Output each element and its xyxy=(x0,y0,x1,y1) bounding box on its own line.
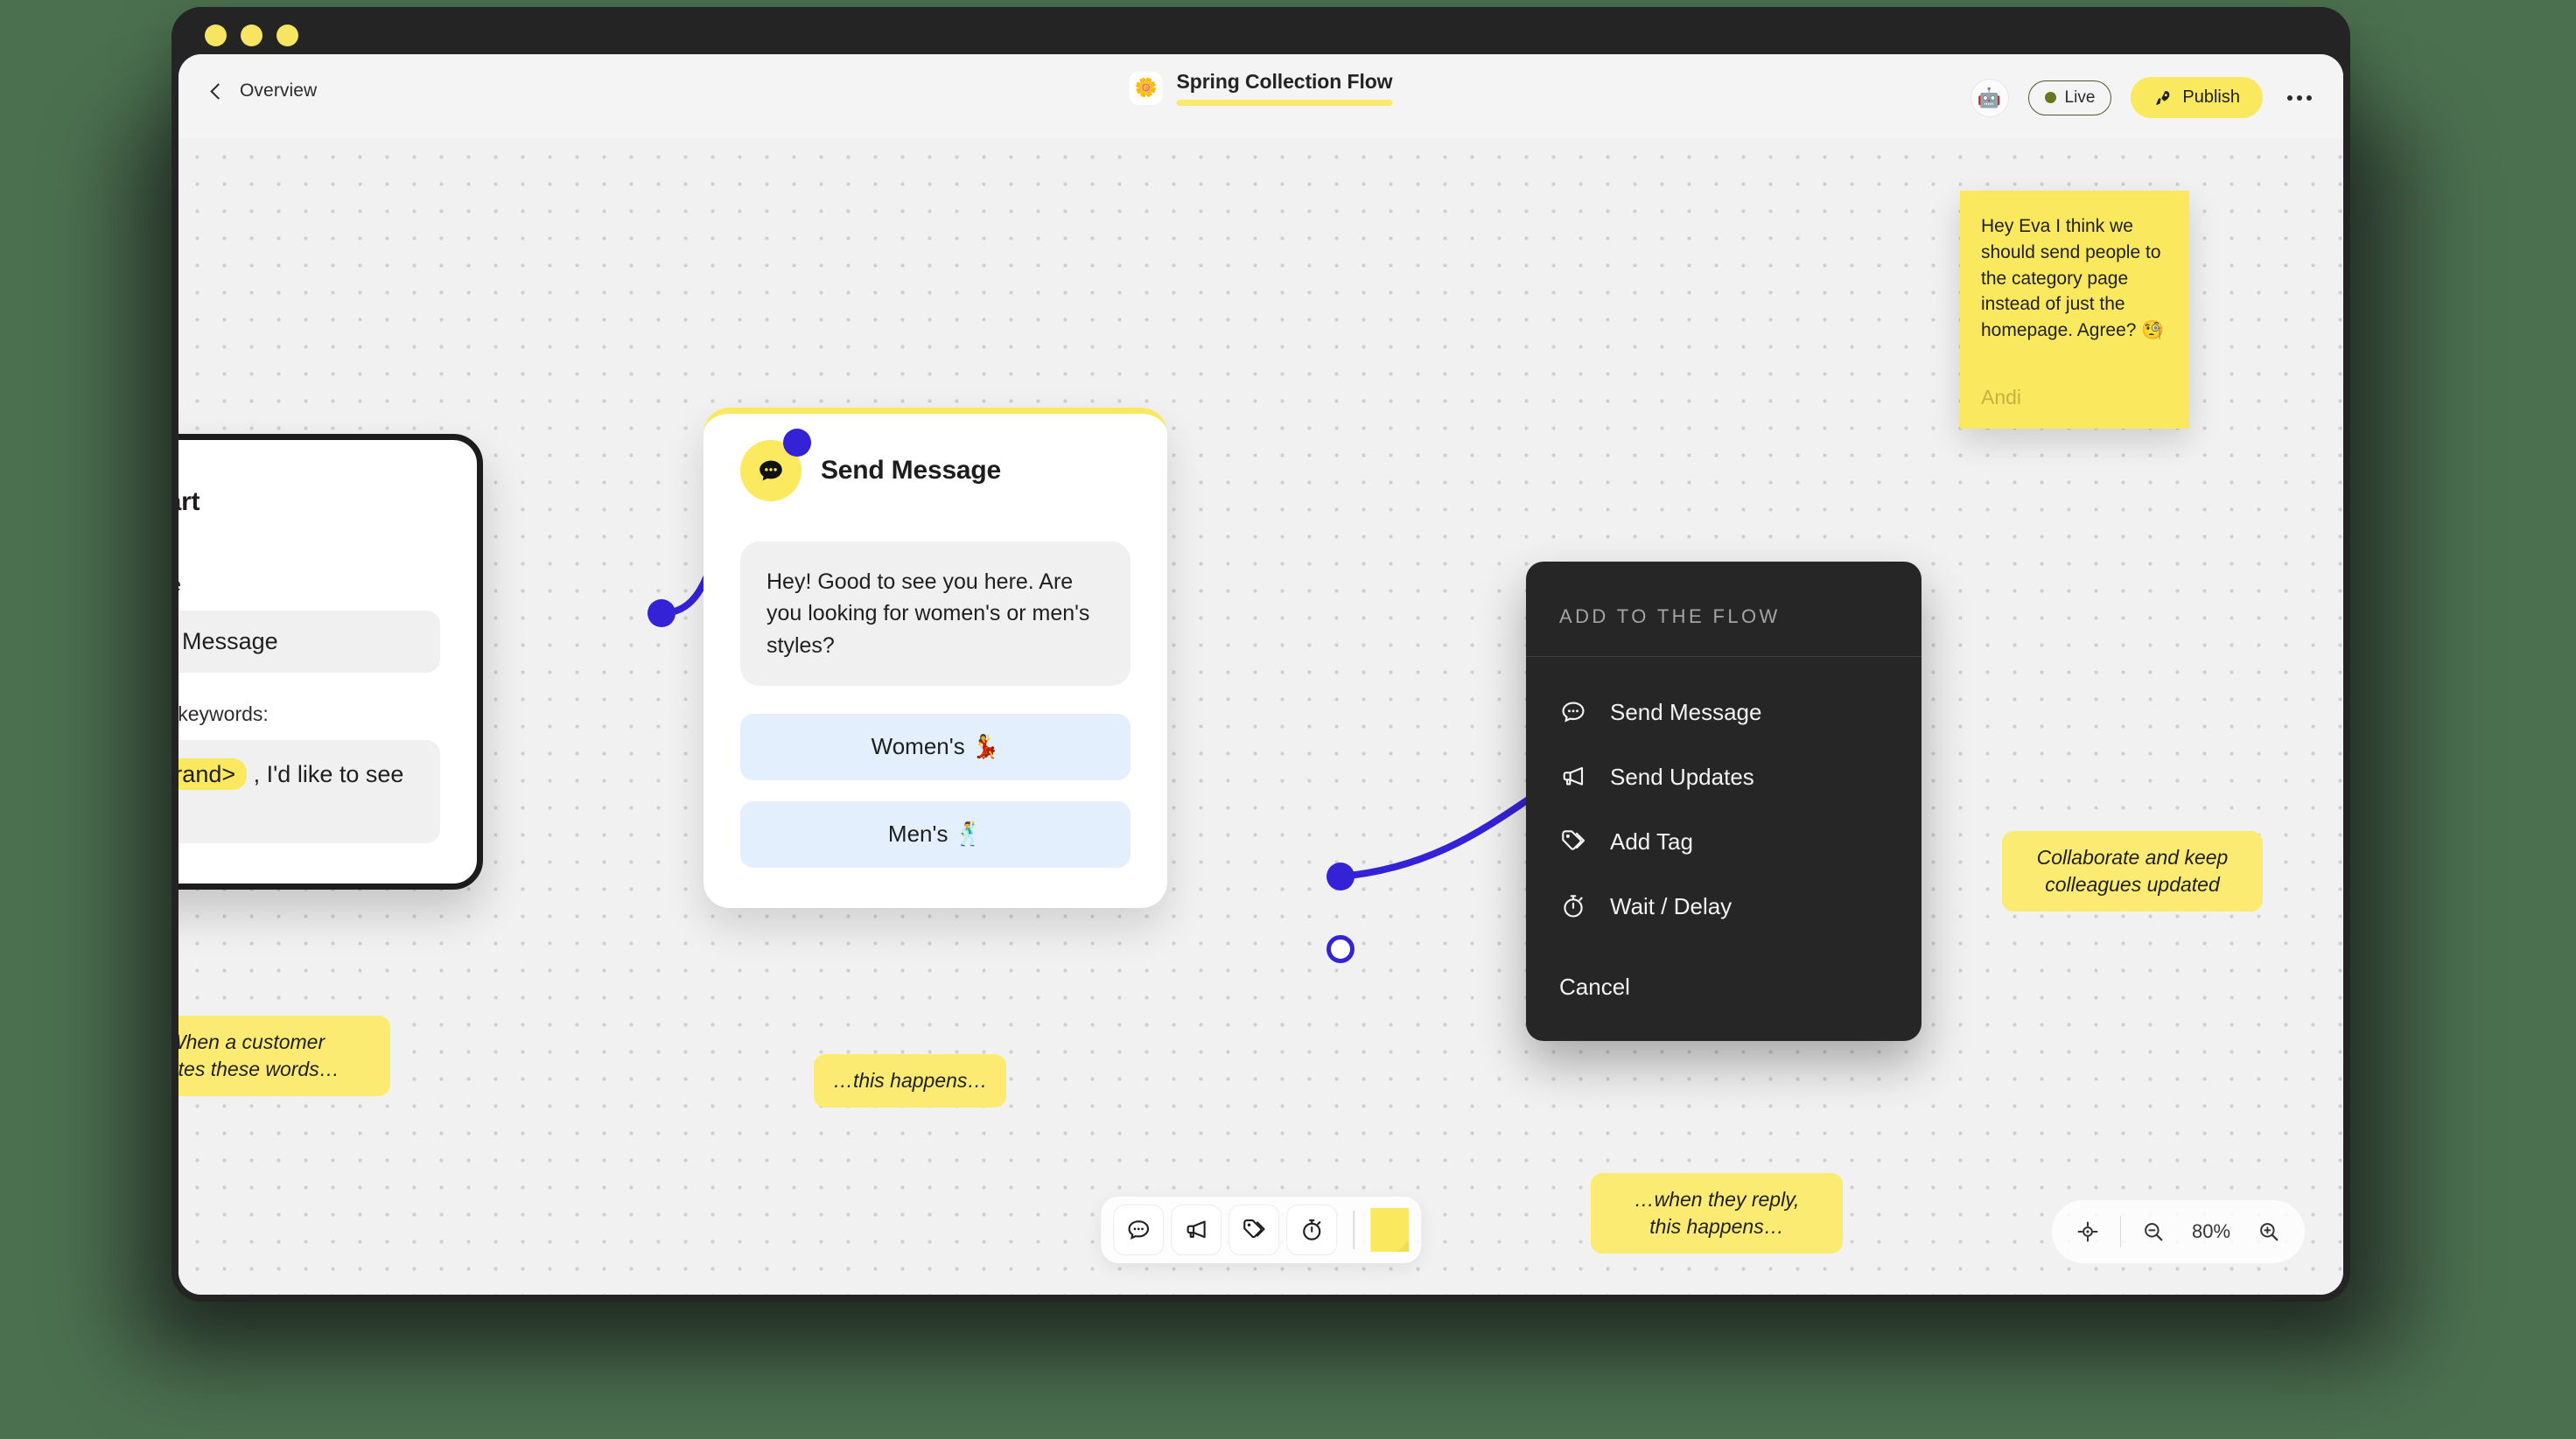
reply-option-womens[interactable]: Women's 💃 xyxy=(740,713,1130,780)
add-to-flow-menu: ADD TO THE FLOW Send Message Send Update… xyxy=(1526,562,1922,1041)
app-window: Overview 🌼 Spring Collection Flow 🤖 Live xyxy=(172,7,2350,1302)
ellipsis-icon xyxy=(2306,94,2312,101)
close-button[interactable] xyxy=(205,24,227,46)
zoom-divider xyxy=(2119,1216,2121,1247)
menu-item-wait-delay[interactable]: Wait / Delay xyxy=(1526,874,1922,939)
menu-item-add-tag[interactable]: Add Tag xyxy=(1526,809,1922,874)
status-label: Live xyxy=(2064,87,2096,107)
keywords-label: Any of those keywords: xyxy=(178,702,269,725)
menu-item-label: Send Message xyxy=(1610,698,1762,725)
toolbar-divider xyxy=(1353,1211,1354,1249)
avatar[interactable]: 🤖 xyxy=(1970,78,2009,117)
status-dot-icon xyxy=(2044,92,2056,103)
header-actions: 🤖 Live Publish xyxy=(1970,77,2317,118)
publish-label: Publish xyxy=(2182,87,2240,107)
port-message-input[interactable] xyxy=(783,429,811,457)
port-womens-output[interactable] xyxy=(1326,863,1354,891)
status-badge[interactable]: Live xyxy=(2027,80,2112,115)
window-traffic-lights[interactable] xyxy=(205,24,298,46)
sticky-note-text: Hey Eva I think we should send people to… xyxy=(1981,216,2165,341)
port-mens-output[interactable] xyxy=(1326,935,1354,963)
ellipsis-icon xyxy=(2297,94,2302,101)
tag-icon xyxy=(1243,1219,1265,1239)
node-send-message-title: Send Message xyxy=(821,456,1002,485)
wait-delay-tool[interactable] xyxy=(1286,1205,1338,1255)
maximize-button[interactable] xyxy=(276,24,298,46)
send-updates-tool[interactable] xyxy=(1171,1205,1222,1255)
reply-option-mens[interactable]: Men's 🕺 xyxy=(740,800,1130,868)
keywords-field[interactable]: Hey <Brand> , I'd like to see more! xyxy=(178,740,440,844)
menu-item-label: Wait / Delay xyxy=(1610,892,1732,919)
back-label: Overview xyxy=(240,80,318,101)
recenter-button[interactable] xyxy=(2064,1208,2111,1255)
megaphone-icon xyxy=(1563,766,1584,786)
crosshair-icon xyxy=(2077,1221,2097,1242)
annotation-label: …this happens… xyxy=(814,1054,1007,1108)
app-header: Overview 🌼 Spring Collection Flow 🤖 Live xyxy=(178,54,2343,138)
add-to-flow-menu-list: Send Message Send Updates Add Tag Wait /… xyxy=(1526,657,1922,951)
flow-title-group: 🌼 Spring Collection Flow xyxy=(1129,70,1393,106)
chevron-left-icon xyxy=(208,83,224,99)
node-toolbar xyxy=(1101,1197,1421,1263)
magnifier-minus-icon xyxy=(2145,1223,2163,1241)
node-send-message[interactable]: Send Message Hey! Good to see you here. … xyxy=(704,408,1167,908)
menu-item-label: Send Updates xyxy=(1610,763,1754,790)
menu-cancel-button[interactable]: Cancel xyxy=(1526,951,1922,1041)
sticky-note-tool[interactable] xyxy=(1369,1208,1409,1252)
megaphone-icon xyxy=(1186,1220,1206,1239)
zoom-in-button[interactable] xyxy=(2245,1208,2292,1255)
sticky-note[interactable]: Hey Eva I think we should send people to… xyxy=(1960,191,2189,429)
ellipsis-icon xyxy=(2287,94,2292,101)
rocket-icon xyxy=(2156,90,2170,105)
annotation-label: …when they reply, this happens… xyxy=(1591,1173,1843,1254)
brand-variable-chip[interactable]: <Brand> xyxy=(178,758,248,790)
minimize-button[interactable] xyxy=(241,24,262,46)
menu-item-label: Add Tag xyxy=(1610,828,1693,855)
zoom-out-button[interactable] xyxy=(2130,1208,2177,1255)
event-source-field[interactable]: Matched Message xyxy=(178,611,440,673)
add-tag-tool[interactable] xyxy=(1228,1205,1280,1255)
back-to-overview-link[interactable]: Overview xyxy=(208,80,317,101)
more-options-button[interactable] xyxy=(2282,87,2317,109)
publish-button[interactable]: Publish xyxy=(2131,77,2263,118)
zoom-level-label: 80% xyxy=(2191,1220,2231,1242)
add-to-flow-menu-title: ADD TO THE FLOW xyxy=(1526,562,1922,657)
flow-emoji-icon: 🌼 xyxy=(1129,72,1163,105)
flow-canvas[interactable]: Start Event/Source Matched Message Any o… xyxy=(178,138,2343,1295)
message-bubble[interactable]: Hey! Good to see you here. Are you looki… xyxy=(740,541,1130,686)
page-title[interactable]: Spring Collection Flow xyxy=(1177,70,1393,94)
node-start-title: Start xyxy=(178,487,200,516)
annotation-label: Collaborate and keep colleagues updated xyxy=(2002,831,2263,912)
timer-icon xyxy=(1303,1219,1321,1240)
node-start-header: Start xyxy=(178,472,440,533)
menu-item-send-updates[interactable]: Send Updates xyxy=(1526,744,1922,809)
chat-bubble-icon xyxy=(1562,702,1585,723)
zoom-controls: 80% xyxy=(2051,1200,2305,1263)
app-frame: Overview 🌼 Spring Collection Flow 🤖 Live xyxy=(178,54,2343,1295)
magnifier-plus-icon xyxy=(2260,1223,2278,1241)
chat-bubble-icon xyxy=(1128,1220,1150,1240)
event-source-label: Event/Source xyxy=(178,573,440,597)
node-start[interactable]: Start Event/Source Matched Message Any o… xyxy=(178,434,483,891)
send-message-tool[interactable] xyxy=(1113,1205,1165,1255)
sticky-note-author: Andi xyxy=(1981,386,2022,409)
port-start-output[interactable] xyxy=(648,599,676,627)
tag-icon xyxy=(1562,830,1586,850)
timer-icon xyxy=(1564,895,1583,918)
menu-item-send-message[interactable]: Send Message xyxy=(1526,680,1922,744)
annotation-label: When a customer writes these words… xyxy=(178,1016,390,1097)
title-underline xyxy=(1176,100,1393,106)
window-titlebar xyxy=(172,7,2350,61)
